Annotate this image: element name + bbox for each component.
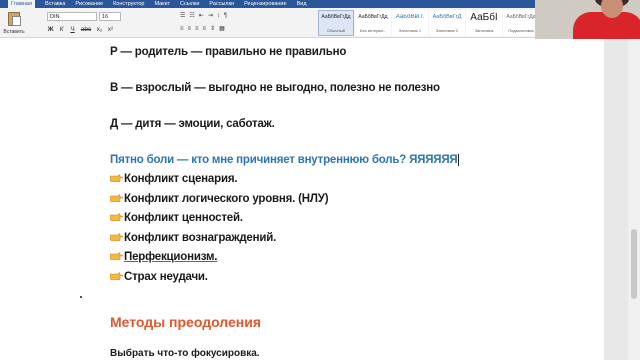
paste-sheet-icon xyxy=(12,16,21,26)
pointing-hand-icon xyxy=(110,213,123,221)
decrease-indent-icon[interactable]: ⇤ xyxy=(199,12,204,21)
shading-icon[interactable]: ▦ xyxy=(219,25,225,34)
font-name-select[interactable]: DIN xyxy=(47,12,97,21)
style-preview: АаБбI xyxy=(470,12,498,23)
paste-label: Вставить xyxy=(3,29,25,35)
tab-insert[interactable]: Вставка xyxy=(45,0,65,8)
list-item-text: Конфликт вознаграждений. xyxy=(124,232,277,244)
numbering-icon[interactable]: ☷ xyxy=(189,12,194,21)
styles-gallery: АаБбВвГгДд Обычный АаБбВвГгДд Без интерв… xyxy=(318,10,540,36)
increase-indent-icon[interactable]: ⇥ xyxy=(208,12,213,21)
list-item-text: Перфекционизм. xyxy=(124,251,218,263)
list-item: Конфликт сценария. xyxy=(110,173,238,185)
tab-mailings[interactable]: Рассылки xyxy=(209,0,234,8)
style-name: Без интерва... xyxy=(359,28,387,33)
tab-review[interactable]: Рецензирование xyxy=(244,0,286,8)
word-window: { "ribbon": { "tabs": ["Главная", "Встав… xyxy=(0,0,640,360)
text-cursor xyxy=(458,154,460,166)
style-heading-2[interactable]: АаБбВвГгД Заголовок 2 xyxy=(429,10,465,36)
paragraph-row-2: ≡ ≡ ≡ ≡ ⇕ ▦ xyxy=(180,25,225,34)
align-center-icon[interactable]: ≡ xyxy=(188,25,192,34)
webcam-overlay xyxy=(535,0,640,40)
list-item-text: Конфликт сценария. xyxy=(124,173,238,185)
style-subtitle[interactable]: АаБбВвГгДд Подзаголовок xyxy=(503,10,539,36)
italic-button[interactable]: К xyxy=(58,25,65,34)
style-normal[interactable]: АаБбВвГгДд Обычный xyxy=(318,10,354,36)
style-name: Подзаголовок xyxy=(508,28,534,33)
vertical-scrollbar[interactable] xyxy=(628,39,640,360)
tab-draw[interactable]: Рисование xyxy=(75,0,103,8)
line-child-text: Д — дитя — эмоции, саботаж. xyxy=(110,118,275,130)
style-heading-1[interactable]: АаБбВвГг. Заголовок 1 xyxy=(392,10,428,36)
pointing-hand-icon xyxy=(110,272,123,280)
style-name: Заголовок 2 xyxy=(435,28,459,33)
pointing-hand-icon xyxy=(110,194,123,202)
line-child: Д — дитя — эмоции, саботаж. xyxy=(110,118,275,130)
style-preview: АаБбВвГг. xyxy=(395,14,425,20)
pointing-hand-icon xyxy=(110,252,123,260)
ribbon-tab-bar: Главная Вставка Рисование Конструктор Ма… xyxy=(0,0,535,8)
tab-home[interactable]: Главная xyxy=(8,0,35,8)
style-name: Обычный xyxy=(327,28,345,33)
pain-question-text: Пятно боли — кто мне причиняет внутренню… xyxy=(110,154,458,167)
superscript-button[interactable]: x² xyxy=(107,25,114,34)
align-right-icon[interactable]: ≡ xyxy=(195,25,199,34)
format-buttons: Ж К Ч abc x₂ x² xyxy=(47,25,114,34)
sort-icon[interactable]: ↕ xyxy=(217,12,220,21)
pointing-hand-icon xyxy=(110,233,123,241)
paste-button[interactable]: Вставить xyxy=(3,10,25,36)
list-item: Конфликт логического уровня. (НЛУ) xyxy=(110,193,329,205)
line-parent: Р — родитель — правильно не правильно xyxy=(110,46,346,58)
stray-mark xyxy=(80,296,82,298)
tab-references[interactable]: Ссылки xyxy=(180,0,199,8)
justify-icon[interactable]: ≡ xyxy=(203,25,207,34)
list-item-text: Страх неудачи. xyxy=(124,271,208,283)
line-adult: В — взрослый — выгодно не выгодно, полез… xyxy=(110,82,440,94)
strikethrough-button[interactable]: abc xyxy=(80,25,92,34)
tab-layout[interactable]: Макет xyxy=(154,0,170,8)
align-left-icon[interactable]: ≡ xyxy=(180,25,184,34)
underline-button[interactable]: Ч xyxy=(69,25,76,34)
line-parent-text: Р — родитель — правильно не правильно xyxy=(110,46,347,58)
pain-question: Пятно боли — кто мне причиняет внутренню… xyxy=(110,154,460,167)
paragraph-row-1: ☰ ☷ ⇤ ⇥ ↕ ¶ xyxy=(180,12,227,21)
tab-view[interactable]: Вид xyxy=(297,0,307,8)
methods-heading: Методы преодоления xyxy=(110,314,262,330)
list-item: Конфликт вознаграждений. xyxy=(110,232,276,244)
ribbon-home: Вставить DIN 16 Ж К Ч abc x₂ x² ☰ ☷ ⇤ ⇥ … xyxy=(0,8,539,38)
style-preview: АаБбВвГгД xyxy=(432,14,462,20)
list-item-text: Конфликт логического уровня. (НЛУ) xyxy=(124,193,329,205)
scrollbar-thumb[interactable] xyxy=(631,229,637,299)
pointing-hand-icon xyxy=(110,174,123,182)
tab-design[interactable]: Конструктор xyxy=(113,0,144,8)
bold-button[interactable]: Ж xyxy=(47,25,54,34)
list-item: Страх неудачи. xyxy=(110,271,208,283)
style-no-spacing[interactable]: АаБбВвГгДд Без интерва... xyxy=(355,10,391,36)
font-size-select[interactable]: 16 xyxy=(99,12,121,21)
pilcrow-icon[interactable]: ¶ xyxy=(224,12,227,21)
list-item: Конфликт ценностей. xyxy=(110,212,243,224)
style-preview: АаБбВвГгДд xyxy=(321,14,351,20)
line-spacing-icon[interactable]: ⇕ xyxy=(210,25,215,34)
style-name: Заголовок 1 xyxy=(398,28,422,33)
style-preview: АаБбВвГгДд xyxy=(358,14,388,20)
choose-line: Выбрать что-то фокусировка. xyxy=(110,348,260,359)
line-adult-text: В — взрослый — выгодно не выгодно, полез… xyxy=(110,82,440,94)
bullets-icon[interactable]: ☰ xyxy=(180,12,185,21)
style-name: Заголовок xyxy=(474,28,494,33)
style-title[interactable]: АаБбI Заголовок xyxy=(466,10,502,36)
list-item-text: Конфликт ценностей. xyxy=(124,212,243,224)
list-item: Перфекционизм. xyxy=(110,251,217,263)
subscript-button[interactable]: x₂ xyxy=(96,25,103,34)
style-preview: АаБбВвГгДд xyxy=(506,14,536,20)
